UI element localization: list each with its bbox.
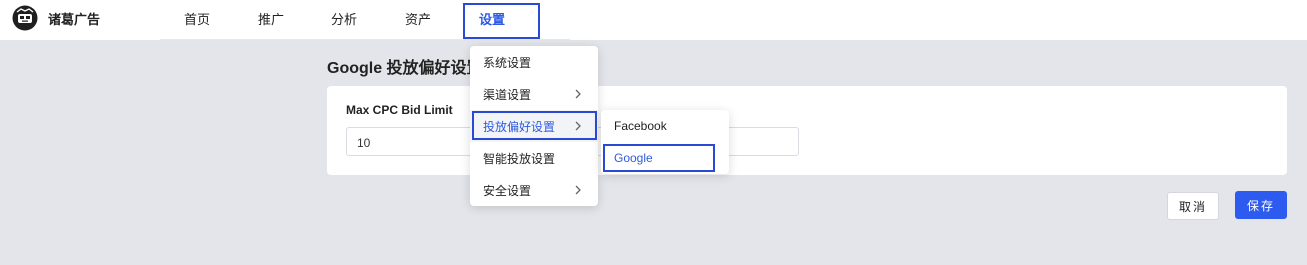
nav-item-analytics[interactable]: 分析 <box>331 9 357 28</box>
menu-item-label: 系统设置 <box>483 55 532 70</box>
save-button[interactable]: 保存 <box>1235 191 1287 219</box>
max-cpc-bid-limit-label: Max CPC Bid Limit <box>346 103 453 117</box>
menu-item-label: 智能投放设置 <box>483 151 556 166</box>
nav-divider <box>160 39 570 40</box>
nav-item-settings[interactable]: 设置 <box>479 9 505 28</box>
submenu-item-google[interactable]: Google <box>601 142 729 174</box>
nav-item-home[interactable]: 首页 <box>184 9 210 28</box>
chevron-right-icon <box>575 121 581 131</box>
menu-item-label: 安全设置 <box>483 183 532 198</box>
nav-item-promotion[interactable]: 推广 <box>258 9 284 28</box>
chevron-right-icon <box>575 185 581 195</box>
delivery-preference-submenu: Facebook Google <box>601 110 729 174</box>
chevron-right-icon <box>575 89 581 99</box>
top-navigation-bar: 诸葛广告 首页 推广 分析 资产 设置 <box>0 0 1307 40</box>
menu-item-system-settings[interactable]: 系统设置 <box>470 46 598 78</box>
menu-item-channel-settings[interactable]: 渠道设置 <box>470 78 598 110</box>
logo-icon <box>12 5 38 31</box>
page-title: Google 投放偏好设置 <box>327 60 483 77</box>
menu-item-label: 投放偏好设置 <box>483 119 556 134</box>
menu-item-security-settings[interactable]: 安全设置 <box>470 174 598 206</box>
menu-item-smart-delivery-settings[interactable]: 智能投放设置 <box>470 142 598 174</box>
menu-item-delivery-preference-settings[interactable]: 投放偏好设置 <box>470 110 598 142</box>
submenu-item-facebook[interactable]: Facebook <box>601 110 729 142</box>
menu-item-label: 渠道设置 <box>483 87 532 102</box>
nav-item-assets[interactable]: 资产 <box>405 9 431 28</box>
brand-name: 诸葛广告 <box>48 12 101 27</box>
cancel-button[interactable]: 取消 <box>1167 192 1219 220</box>
settings-dropdown-menu: 系统设置 渠道设置 投放偏好设置 智能投放设置 安全设置 <box>470 46 598 206</box>
